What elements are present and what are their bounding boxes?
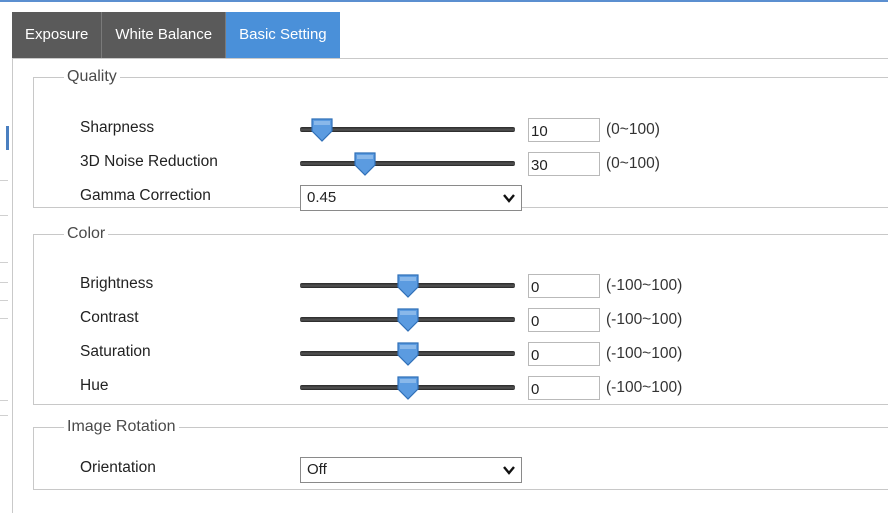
gamma-label: Gamma Correction [80,187,211,204]
slider-thumb-icon[interactable] [395,375,421,401]
top-border [0,0,888,2]
chevron-down-icon [503,466,515,475]
orientation-select[interactable]: Off [300,457,522,483]
brightness-slider[interactable] [300,273,515,299]
saturation-input[interactable] [528,342,600,366]
color-group: Color Brightness (-100~100) Contrast (-1… [33,225,888,405]
brightness-row: Brightness (-100~100) [34,273,888,299]
hue-range: (-100~100) [606,379,683,396]
brightness-range: (-100~100) [606,277,683,294]
gamma-row: Gamma Correction 0.45 [34,185,888,211]
orientation-label: Orientation [80,459,156,476]
left-edge-divider [0,415,8,416]
contrast-row: Contrast (-100~100) [34,307,888,333]
gamma-selected-value: 0.45 [307,189,337,206]
slider-thumb-icon[interactable] [309,117,335,143]
tab-basic-setting[interactable]: Basic Setting [226,12,340,58]
contrast-slider[interactable] [300,307,515,333]
brightness-label: Brightness [80,275,154,292]
contrast-label: Contrast [80,309,139,326]
chevron-down-icon [503,194,515,203]
quality-title: Quality [67,68,117,85]
noise-reduction-label: 3D Noise Reduction [80,153,218,170]
orientation-selected-value: Off [307,461,327,478]
hue-slider[interactable] [300,375,515,401]
color-title: Color [67,225,106,242]
left-edge-divider [0,300,8,301]
noise-reduction-slider[interactable] [300,151,515,177]
image-rotation-group: Image Rotation Orientation Off [33,418,888,490]
slider-thumb-icon[interactable] [395,273,421,299]
noise-reduction-row: 3D Noise Reduction (0~100) [34,151,888,177]
left-edge-divider [0,215,8,216]
hue-label: Hue [80,377,109,394]
contrast-range: (-100~100) [606,311,683,328]
slider-thumb-icon[interactable] [395,307,421,333]
sharpness-label: Sharpness [80,119,155,136]
quality-group: Quality Sharpness (0~100) 3D Noise Reduc… [33,68,888,211]
sharpness-slider[interactable] [300,117,515,143]
saturation-row: Saturation (-100~100) [34,341,888,367]
tab-white-balance[interactable]: White Balance [102,12,227,58]
left-edge-divider [0,180,8,181]
saturation-slider[interactable] [300,341,515,367]
contrast-input[interactable] [528,308,600,332]
noise-reduction-range: (0~100) [606,155,660,172]
saturation-label: Saturation [80,343,151,360]
sharpness-range: (0~100) [606,121,660,138]
panel-border-left [12,58,13,513]
left-edge-divider [0,400,8,401]
panel-border-top [12,58,888,59]
orientation-row: Orientation Off [34,457,888,483]
hue-row: Hue (-100~100) [34,375,888,401]
sharpness-input[interactable] [528,118,600,142]
slider-track [300,161,515,166]
image-rotation-title: Image Rotation [67,418,176,435]
brightness-input[interactable] [528,274,600,298]
tab-exposure[interactable]: Exposure [12,12,103,58]
saturation-range: (-100~100) [606,345,683,362]
sidebar-edge-indicator [6,126,9,150]
left-edge-divider [0,282,8,283]
sharpness-row: Sharpness (0~100) [34,117,888,143]
slider-thumb-icon[interactable] [395,341,421,367]
hue-input[interactable] [528,376,600,400]
slider-thumb-icon[interactable] [352,151,378,177]
left-edge-divider [0,318,8,319]
gamma-select[interactable]: 0.45 [300,185,522,211]
left-edge-divider [0,262,8,263]
tab-bar: Exposure White Balance Basic Setting [12,12,340,58]
noise-reduction-input[interactable] [528,152,600,176]
